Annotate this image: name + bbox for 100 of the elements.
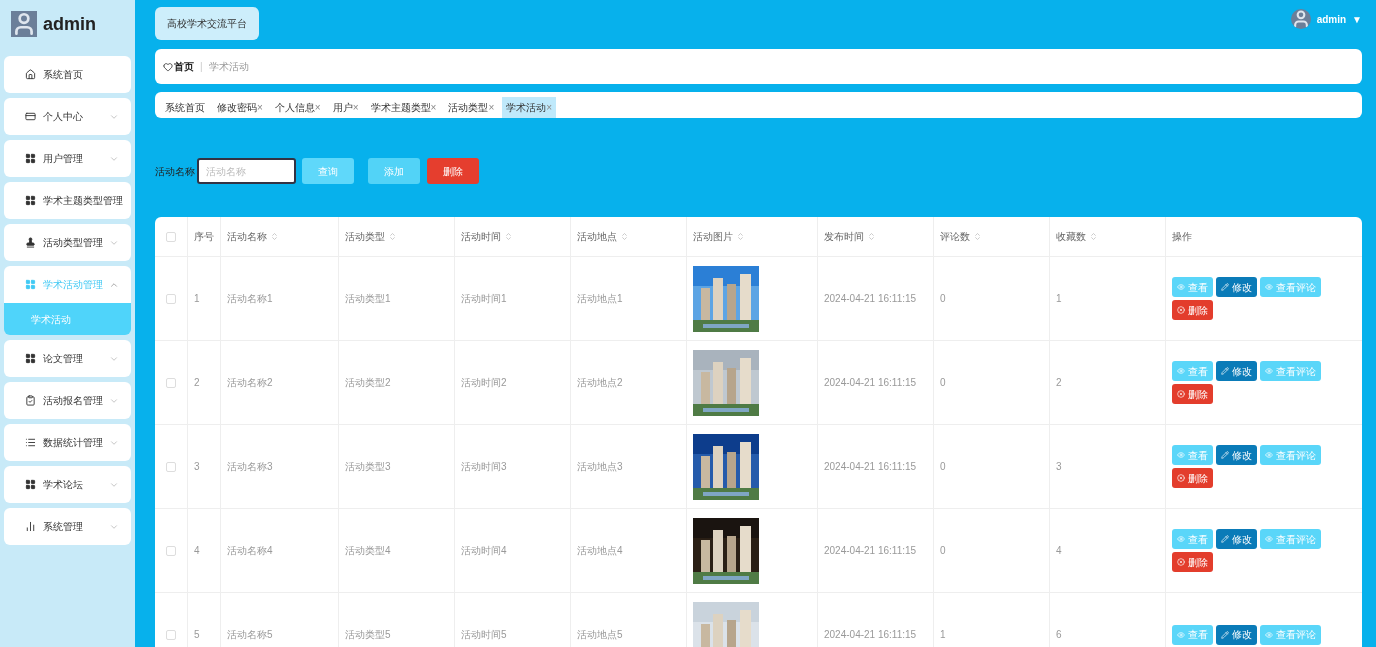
column-header[interactable]: 活动类型	[345, 229, 397, 244]
eye-icon	[1265, 283, 1273, 291]
sort-icon[interactable]	[736, 232, 745, 241]
breadcrumb-home[interactable]: 首页	[174, 59, 194, 74]
delete-button[interactable]: 删除	[1172, 384, 1213, 404]
grid-icon	[25, 353, 36, 364]
edit-button[interactable]: 修改	[1216, 529, 1257, 549]
table-cell-text: 2024-04-21 16:11:15	[824, 376, 917, 390]
sidebar-item[interactable]: 活动报名管理	[4, 382, 131, 419]
column-header[interactable]: 活动名称	[227, 229, 279, 244]
table-cell-text: 活动名称5	[227, 628, 273, 642]
table-cell-text: 活动名称1	[227, 292, 273, 306]
edit-button[interactable]: 修改	[1216, 277, 1257, 297]
table-cell-text: 2	[1056, 376, 1062, 390]
sidebar-item[interactable]: 活动类型管理	[4, 224, 131, 261]
sidebar-item[interactable]: 学术主题类型管理	[4, 182, 131, 219]
pencil-icon	[1221, 283, 1229, 291]
table-cell-text: 6	[1056, 628, 1062, 642]
heart-icon	[163, 61, 173, 72]
table-cell-text: 活动时间3	[461, 460, 507, 474]
table-cell-text: 活动类型1	[345, 292, 391, 306]
circle-x-icon	[1177, 306, 1185, 314]
bar-chart-icon	[25, 521, 36, 532]
eye-icon	[1265, 630, 1273, 639]
column-header[interactable]: 活动时间	[461, 229, 513, 244]
sidebar-item[interactable]: 系统首页	[4, 56, 131, 93]
sidebar-item[interactable]: 个人中心	[4, 98, 131, 135]
table-cell-text: 4	[1056, 544, 1062, 558]
search-field[interactable]: 活动名称	[197, 158, 296, 184]
tag[interactable]: 学术活动×	[502, 97, 557, 118]
table-cell-text: 活动时间2	[461, 376, 507, 390]
delete-button[interactable]: 删除	[1172, 468, 1213, 488]
row-checkbox[interactable]	[166, 629, 176, 640]
edit-button[interactable]: 修改	[1216, 361, 1257, 381]
table-cell-text: 2024-04-21 16:11:15	[824, 628, 917, 642]
column-header[interactable]: 收藏数	[1056, 229, 1098, 244]
table-cell-text: 0	[940, 376, 946, 390]
table-cell-text: 活动地点4	[577, 544, 623, 558]
table-cell-text: 3	[1056, 460, 1062, 474]
edit-button[interactable]: 修改	[1216, 624, 1257, 645]
pencil-icon	[1221, 451, 1229, 459]
breadcrumb-current: 学术活动	[208, 60, 249, 74]
sort-icon[interactable]	[620, 232, 629, 241]
table-cell-text: 活动时间4	[461, 544, 507, 558]
sidebar-item[interactable]: 系统管理	[4, 508, 131, 545]
platform-title[interactable]: 高校学术交流平台	[155, 7, 259, 40]
column-header: 操作	[1172, 230, 1192, 244]
sidebar-item[interactable]: 学术论坛	[4, 466, 131, 503]
pencil-icon	[1221, 367, 1229, 375]
grid-icon	[25, 195, 36, 206]
delete-button[interactable]: 删除	[427, 158, 479, 184]
tag[interactable]: 用户×	[328, 97, 363, 118]
clipboard-icon	[25, 395, 36, 406]
table-cell-text: 2024-04-21 16:11:15	[824, 292, 917, 306]
column-header[interactable]: 发布时间	[824, 229, 876, 244]
pencil-icon	[1221, 535, 1229, 543]
column-header[interactable]: 活动地点	[577, 229, 629, 244]
row-checkbox[interactable]	[166, 461, 176, 472]
table-cell-text: 活动时间1	[461, 292, 507, 306]
column-header[interactable]: 评论数	[940, 229, 982, 244]
table-cell-text: 1	[940, 628, 946, 642]
sort-icon[interactable]	[867, 232, 876, 241]
sidebar-item[interactable]: 用户管理	[4, 140, 131, 177]
eye-icon	[1177, 367, 1185, 375]
eye-icon	[1265, 535, 1273, 543]
tag[interactable]: 修改密码×	[213, 97, 267, 118]
table-cell-text: 0	[940, 292, 946, 306]
eye-icon	[1265, 451, 1273, 459]
table-cell-text: 活动名称3	[227, 460, 273, 474]
table-cell-text: 2024-04-21 16:11:15	[824, 460, 917, 474]
table-cell-text: 0	[940, 460, 946, 474]
avatar	[11, 11, 37, 37]
sort-icon[interactable]	[388, 232, 397, 241]
table-cell-text: 活动地点1	[577, 292, 623, 306]
row-checkbox[interactable]	[166, 377, 176, 388]
row-checkbox[interactable]	[166, 293, 176, 304]
sort-icon[interactable]	[1089, 232, 1098, 241]
sort-icon[interactable]	[270, 232, 279, 241]
sidebar-item[interactable]: 论文管理	[4, 340, 131, 377]
column-header: 序号	[194, 230, 214, 244]
edit-button[interactable]: 修改	[1216, 445, 1257, 465]
tag[interactable]: 系统首页	[161, 97, 209, 118]
pencil-icon	[1221, 630, 1229, 639]
table-cell-text: 活动类型4	[345, 544, 391, 558]
tag[interactable]: 学术主题类型×	[366, 97, 441, 118]
row-checkbox[interactable]	[166, 545, 176, 556]
sidebar-item[interactable]: 数据统计管理	[4, 424, 131, 461]
select-all-checkbox[interactable]	[166, 231, 176, 242]
tag[interactable]: 个人信息×	[270, 97, 325, 118]
sort-icon[interactable]	[504, 232, 513, 241]
table-cell-text: 活动类型2	[345, 376, 391, 390]
delete-button[interactable]: 删除	[1172, 552, 1213, 572]
table-cell-text: 1	[1056, 292, 1062, 306]
eye-icon	[1265, 367, 1273, 375]
sort-icon[interactable]	[973, 232, 982, 241]
delete-button[interactable]: 删除	[1172, 300, 1213, 320]
table-cell-text: 4	[194, 544, 200, 558]
tag[interactable]: 活动类型×	[444, 97, 499, 118]
column-header[interactable]: 活动图片	[693, 229, 745, 244]
table-cell-text: 活动类型5	[345, 628, 391, 642]
